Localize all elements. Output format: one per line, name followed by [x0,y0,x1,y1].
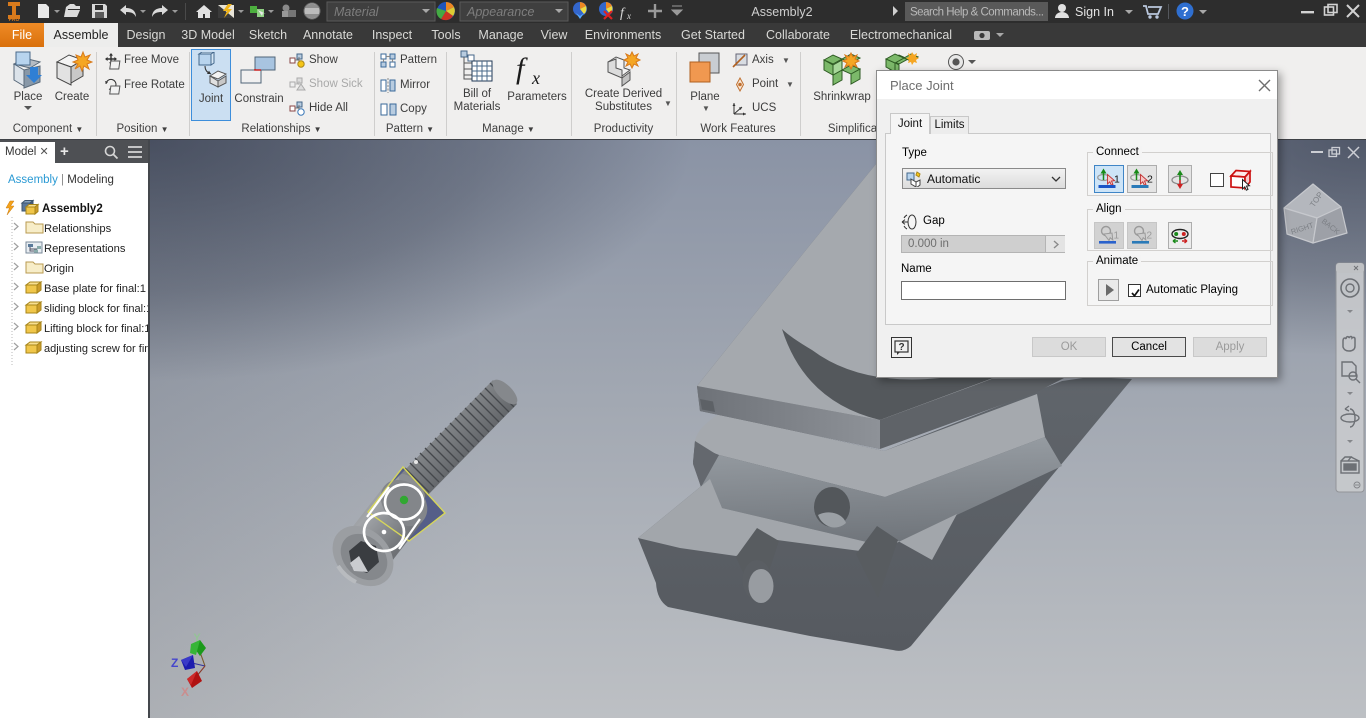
svg-text:?: ? [898,342,904,353]
svg-text:X: X [181,685,189,699]
svg-text:Origin: Origin [44,263,74,275]
svg-text:x: x [626,11,631,21]
svg-text:Material: Material [334,5,380,19]
svg-text:Representations: Representations [44,243,126,255]
svg-text:Z: Z [171,656,178,670]
svg-text:?: ? [1181,4,1189,19]
svg-text:adjusting screw for fina: adjusting screw for fina [44,343,148,355]
svg-text:1: 1 [1114,174,1120,186]
svg-text:x: x [531,68,540,86]
svg-text:Base plate for final:1: Base plate for final:1 [44,283,146,295]
svg-text:sliding block for final:1: sliding block for final:1 [44,303,148,315]
svg-text:f: f [516,52,528,85]
svg-text:Sign In: Sign In [1075,5,1114,19]
svg-text:Appearance: Appearance [466,5,534,19]
svg-text:Relationships: Relationships [44,223,112,235]
svg-text:2: 2 [1147,174,1153,186]
svg-text:Assembly2: Assembly2 [42,203,103,215]
svg-text:Assembly2: Assembly2 [751,5,812,19]
svg-text:Search Help & Commands...: Search Help & Commands... [910,7,1044,19]
svg-text:1: 1 [1114,231,1120,242]
svg-text:2: 2 [1147,231,1153,242]
svg-text:f: f [620,6,626,21]
svg-text:Lifting block for final:1: Lifting block for final:1 [44,323,148,335]
